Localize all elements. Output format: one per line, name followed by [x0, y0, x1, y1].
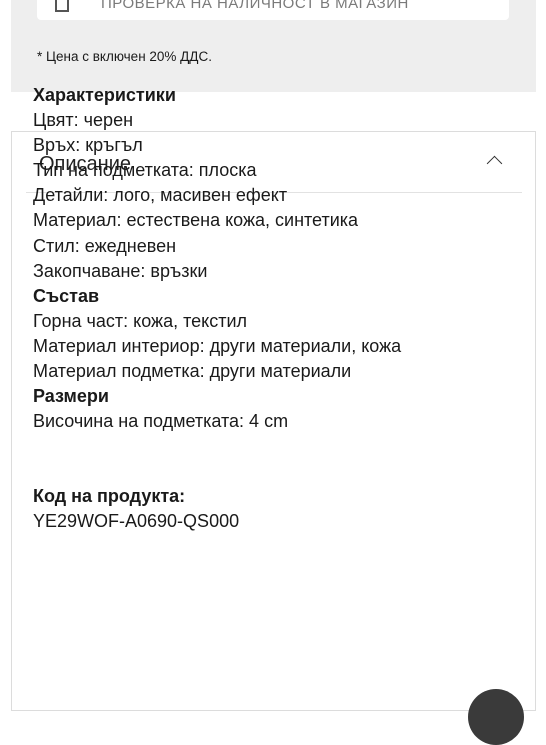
spec-line: Височина на подметката: 4 cm: [33, 411, 289, 432]
chat-icon[interactable]: [468, 689, 524, 745]
description-body: Характеристики Цвят: черен Връх: кръгъл …: [33, 83, 503, 535]
spec-line: Материал: естествена кожа, синтетика: [33, 210, 359, 231]
vat-note: * Цена с включен 20% ДДС.: [37, 49, 212, 64]
store-icon: [55, 0, 69, 12]
spec-line: Връх: кръгъл: [33, 135, 143, 156]
spec-line: Горна част: кожа, текстил: [33, 310, 248, 331]
spec-line: Стил: ежедневен: [33, 235, 177, 256]
product-code-label: Код на продукта:: [33, 486, 186, 507]
store-availability-button[interactable]: ПРОВЕРКА НА НАЛИЧНОСТ В МАГАЗИН: [37, 0, 509, 20]
spec-line: Цвят: черен: [33, 110, 134, 131]
spec-line: Материал интериор: други материали, кожа: [33, 335, 402, 356]
spec-line: Материал подметка: други материали: [33, 361, 352, 382]
product-code-value: YE29WOF-A0690-QS000: [33, 511, 240, 532]
spec-line: Тип на подметката: плоска: [33, 160, 257, 181]
section-heading-characteristics: Характеристики: [33, 85, 176, 105]
section-heading-composition: Състав: [33, 285, 100, 306]
spec-line: Закопчаване: връзки: [33, 260, 208, 281]
section-heading-dimensions: Размери: [33, 386, 109, 407]
spec-line: Детайли: лого, масивен ефект: [33, 185, 288, 206]
store-availability-label: ПРОВЕРКА НА НАЛИЧНОСТ В МАГАЗИН: [101, 0, 409, 12]
